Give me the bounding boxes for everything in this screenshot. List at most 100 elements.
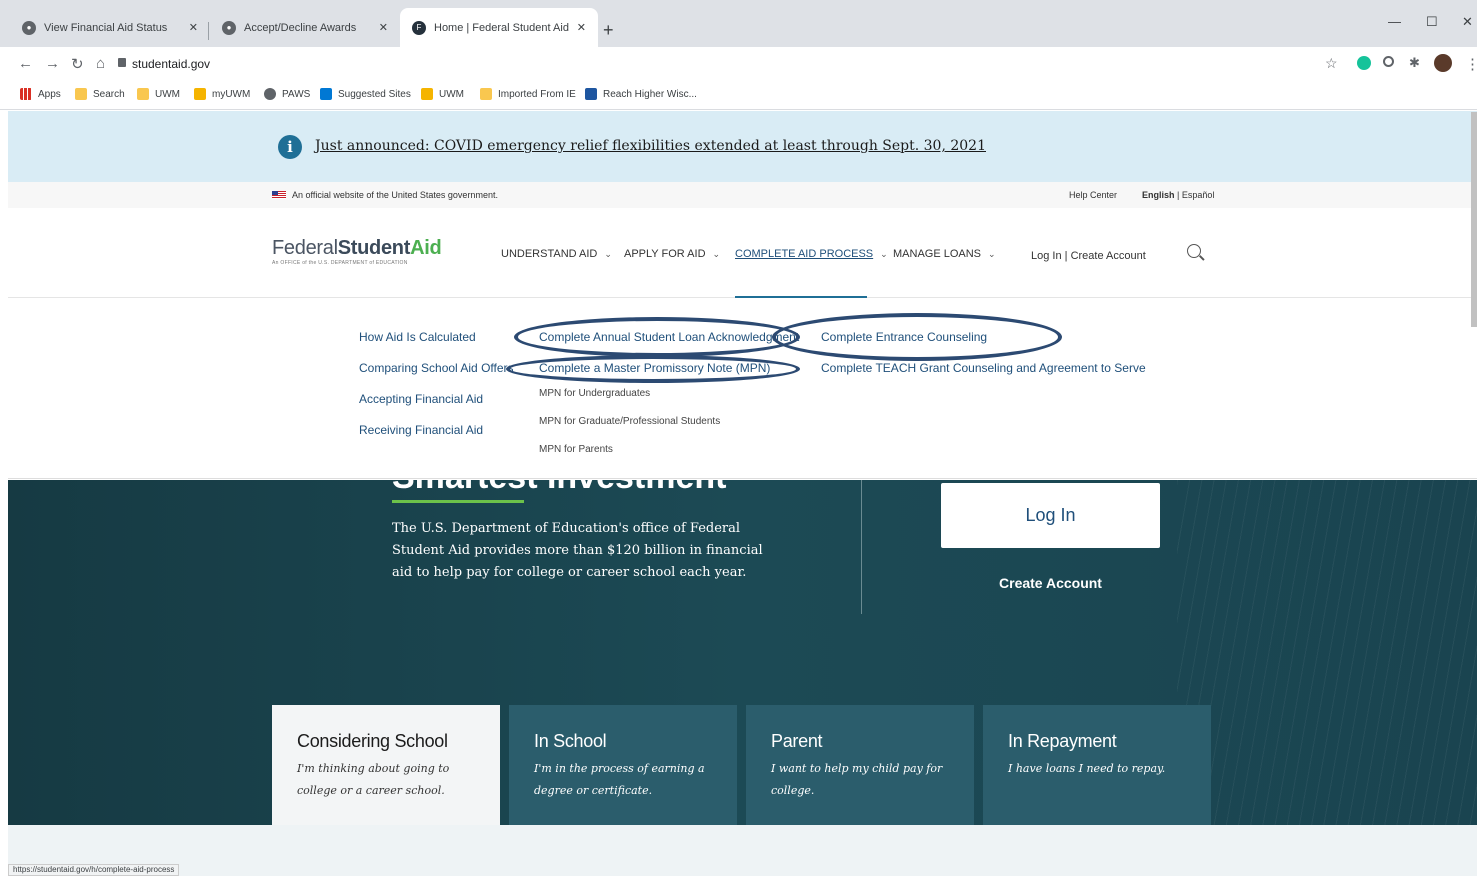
extensions-puzzle-icon[interactable]: ✱ [1409,55,1420,71]
bookmark-apps[interactable]: Apps [20,88,61,100]
hero-section: Smartest Investment The U.S. Department … [8,480,1477,825]
header-create-account-link[interactable]: Create Account [1071,250,1146,262]
card-description: I'm in the process of earning a degree o… [534,762,705,797]
profile-avatar[interactable] [1434,54,1452,72]
menu-how-aid-is-calculated[interactable]: How Aid Is Calculated [359,330,476,344]
chevron-down-icon: ⌄ [712,248,721,259]
card-in-repayment[interactable]: In Repayment I have loans I need to repa… [983,705,1211,825]
logo-text-federal: Federal [272,237,338,259]
tab-accept-decline-awards[interactable]: ● Accept/Decline Awards ✕ [210,8,400,47]
tab-title: Accept/Decline Awards [244,21,357,34]
lang-espanol[interactable]: Español [1182,190,1215,200]
menu-mpn-parents[interactable]: MPN for Parents [539,444,613,455]
bookmark-label: UWM [439,88,464,100]
card-description: I have loans I need to repay. [1008,762,1166,775]
folder-icon [137,88,149,100]
card-title: Considering School [297,731,448,751]
bookmark-label: Search [93,88,125,100]
annotation-oval [506,355,800,383]
nav-complete-aid-process[interactable]: COMPLETE AID PROCESS ⌄ [735,248,888,260]
menu-comparing-school-aid-offers[interactable]: Comparing School Aid Offers [359,361,514,375]
bookmark-paws[interactable]: PAWS [264,88,310,100]
bookmark-myuwm[interactable]: myUWM [194,88,250,100]
bookmark-uwm-2[interactable]: UWM [421,88,464,100]
card-description: I want to help my child pay for college. [771,762,943,797]
star-icon[interactable]: ☆ [1325,55,1338,72]
globe-icon: ● [222,20,236,35]
hero-login-button[interactable]: Log In [941,483,1160,548]
hero-title: Smartest Investment [392,480,726,497]
nav-understand-aid[interactable]: UNDERSTAND AID ⌄ [501,248,612,260]
bookmark-label: Imported From IE [498,88,576,100]
close-icon[interactable]: ✕ [379,21,388,34]
menu-accepting-financial-aid[interactable]: Accepting Financial Aid [359,392,483,406]
status-url: https://studentaid.gov/h/complete-aid-pr… [8,864,180,876]
folder-icon [75,88,87,100]
complete-aid-process-menu: How Aid Is Calculated Comparing School A… [8,299,1477,479]
card-parent[interactable]: Parent I want to help my child pay for c… [746,705,974,825]
menu-mpn-graduate[interactable]: MPN for Graduate/Professional Students [539,416,720,427]
nav-label: COMPLETE AID PROCESS [735,248,874,260]
window-close-button[interactable]: ✕ [1462,14,1473,30]
menu-mpn-undergraduates[interactable]: MPN for Undergraduates [539,388,650,399]
covid-alert-link[interactable]: Just announced: COVID emergency relief f… [315,138,986,154]
minimize-button[interactable]: — [1388,14,1401,29]
hero-accent-rule [392,500,524,503]
official-gov-bar: An official website of the United States… [8,182,1477,208]
hero-description: The U.S. Department of Education's offic… [392,521,763,580]
web-page: i Just announced: COVID emergency relief… [8,111,1477,876]
url-field[interactable]: studentaid.gov [132,57,210,71]
card-considering-school[interactable]: Considering School I'm thinking about go… [272,705,500,825]
tab-home-federal-student-aid[interactable]: F Home | Federal Student Aid ✕ [400,8,598,47]
apps-grid-icon [20,88,32,100]
nav-label: MANAGE LOANS [893,248,982,260]
nav-label: UNDERSTAND AID [501,248,598,260]
logo-text-aid: Aid [410,237,442,259]
tab-view-financial-aid-status[interactable]: ● View Financial Aid Status ✕ [10,8,210,47]
reload-icon[interactable]: ↻ [71,55,84,73]
search-icon[interactable] [1187,244,1201,258]
globe-icon [264,88,276,100]
help-center-link[interactable]: Help Center [1069,190,1117,200]
bookmark-reach-higher[interactable]: Reach Higher Wisc... [585,88,697,100]
nav-label: APPLY FOR AID [624,248,706,260]
menu-receiving-financial-aid[interactable]: Receiving Financial Aid [359,423,483,437]
maximize-button[interactable]: ☐ [1426,14,1438,30]
menu-teach-grant-counseling[interactable]: Complete TEACH Grant Counseling and Agre… [821,361,1146,375]
bookmark-imported-from-ie[interactable]: Imported From IE [480,88,576,100]
header-login-link[interactable]: Log In [1031,250,1062,262]
card-title: In Repayment [1008,731,1117,751]
hero-create-account-link[interactable]: Create Account [941,575,1160,591]
nav-apply-for-aid[interactable]: APPLY FOR AID ⌄ [624,248,720,260]
card-in-school[interactable]: In School I'm in the process of earning … [509,705,737,825]
bookmarks-bar: Apps Search UWM myUWM PAWS Suggested Sit… [0,82,1477,110]
site-header: FederalStudentAid An OFFICE of the U.S. … [8,208,1477,298]
back-icon[interactable]: ← [18,55,33,72]
bookmark-uwm[interactable]: UWM [137,88,180,100]
tab-separator [208,22,209,40]
bookmark-suggested-sites[interactable]: Suggested Sites [320,88,411,100]
close-icon[interactable]: ✕ [577,21,586,34]
card-title: In School [534,731,607,751]
browser-tabstrip: ● View Financial Aid Status ✕ ● Accept/D… [0,0,1477,47]
extension-circle-icon[interactable] [1383,56,1394,67]
menu-kebab-icon[interactable]: ⋮ [1465,55,1477,73]
bookmark-label: UWM [155,88,180,100]
bookmark-label: Apps [38,88,61,100]
fsa-logo[interactable]: FederalStudentAid [272,237,442,260]
page-scrollbar[interactable] [1471,112,1477,327]
lock-icon [118,58,126,67]
bing-icon [320,88,332,100]
bookmark-search[interactable]: Search [75,88,125,100]
forward-icon[interactable]: → [45,55,60,72]
home-icon[interactable]: ⌂ [96,55,105,72]
new-tab-button[interactable]: + [603,20,614,41]
nav-manage-loans[interactable]: MANAGE LOANS ⌄ [893,248,996,260]
active-nav-indicator [735,296,867,298]
bookmark-label: PAWS [282,88,311,100]
lang-english[interactable]: English [1142,190,1175,200]
close-icon[interactable]: ✕ [189,21,198,34]
calendar-icon [585,88,597,100]
grammarly-icon[interactable] [1357,56,1371,70]
chevron-down-icon: ⌄ [604,248,612,259]
